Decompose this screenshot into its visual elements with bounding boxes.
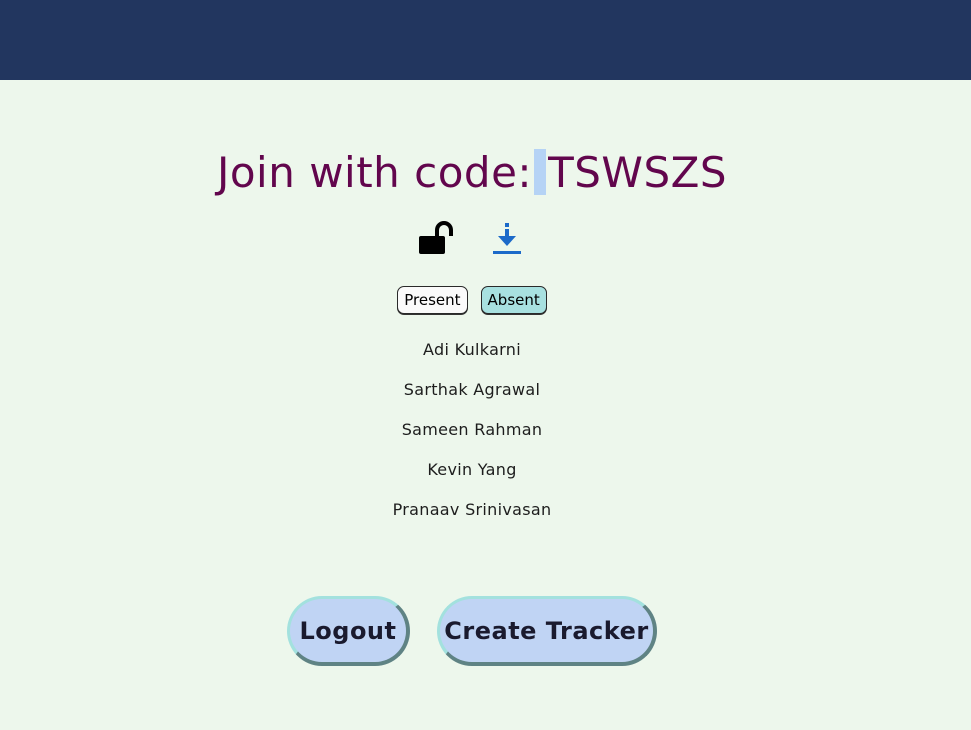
unlock-icon[interactable] — [417, 220, 457, 260]
join-code-value[interactable]: TSWSZS — [548, 148, 727, 197]
present-toggle[interactable]: Present — [397, 286, 468, 314]
create-tracker-button[interactable]: Create Tracker — [437, 596, 657, 666]
list-item: Pranaav Srinivasan — [392, 500, 552, 519]
join-code-label: Join with code: — [216, 148, 533, 197]
text-cursor — [534, 149, 547, 195]
list-item: Adi Kulkarni — [423, 340, 521, 359]
logout-button[interactable]: Logout — [287, 596, 410, 666]
list-item: Sarthak Agrawal — [403, 380, 541, 399]
join-code-title: Join with code: TSWSZS — [0, 148, 944, 197]
download-icon[interactable] — [487, 220, 527, 260]
header-bar — [0, 0, 971, 80]
list-item: Sameen Rahman — [401, 420, 543, 439]
icon-toolbar — [0, 220, 944, 260]
absent-toggle[interactable]: Absent — [480, 286, 547, 314]
attendee-list: Adi Kulkarni Sarthak Agrawal Sameen Rahm… — [0, 340, 944, 540]
list-item: Kevin Yang — [427, 460, 517, 479]
attendance-filter: Present Absent — [0, 286, 944, 314]
